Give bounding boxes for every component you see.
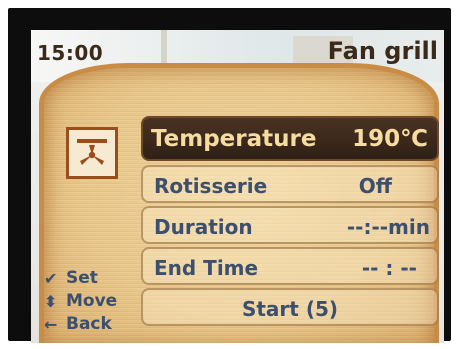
display-screen: 15:00 Fan grill Temperature 190℃ Rotisse… <box>31 30 444 343</box>
hint-move: ⬍ Move <box>44 290 117 313</box>
hint-back: ← Back <box>44 313 117 336</box>
menu-item-label: Temperature <box>151 126 317 152</box>
checkmark-icon: ✔ <box>44 269 58 288</box>
menu-item-temperature[interactable]: Temperature 190℃ <box>141 116 439 161</box>
settings-menu: Temperature 190℃ Rotisserie Off Duration… <box>141 116 439 329</box>
start-button[interactable]: Start (5) <box>141 288 439 326</box>
hint-label: Back <box>66 314 112 334</box>
left-arrow-icon: ← <box>44 315 58 334</box>
clock: 15:00 <box>37 41 104 65</box>
mode-title: Fan grill <box>327 37 438 65</box>
device-bezel: 15:00 Fan grill Temperature 190℃ Rotisse… <box>8 8 451 343</box>
menu-item-label: Rotisserie <box>154 174 268 198</box>
fan-grill-icon <box>66 127 118 179</box>
menu-item-label: End Time <box>154 256 259 280</box>
menu-item-value: --:--min <box>346 215 430 239</box>
menu-item-value: -- : -- <box>361 256 417 280</box>
start-button-label: Start (5) <box>241 297 339 321</box>
hint-set: ✔ Set <box>44 267 117 290</box>
menu-item-end-time[interactable]: End Time -- : -- <box>141 247 439 285</box>
up-down-arrow-icon: ⬍ <box>44 292 58 311</box>
menu-item-label: Duration <box>154 215 253 239</box>
menu-item-value: Off <box>358 174 392 198</box>
hint-label: Move <box>66 291 118 311</box>
menu-item-rotisserie[interactable]: Rotisserie Off <box>141 165 439 203</box>
menu-item-duration[interactable]: Duration --:--min <box>141 206 439 244</box>
hint-label: Set <box>66 268 98 288</box>
menu-item-value: 190℃ <box>352 126 428 152</box>
navigation-hints: ✔ Set ⬍ Move ← Back <box>44 267 117 336</box>
